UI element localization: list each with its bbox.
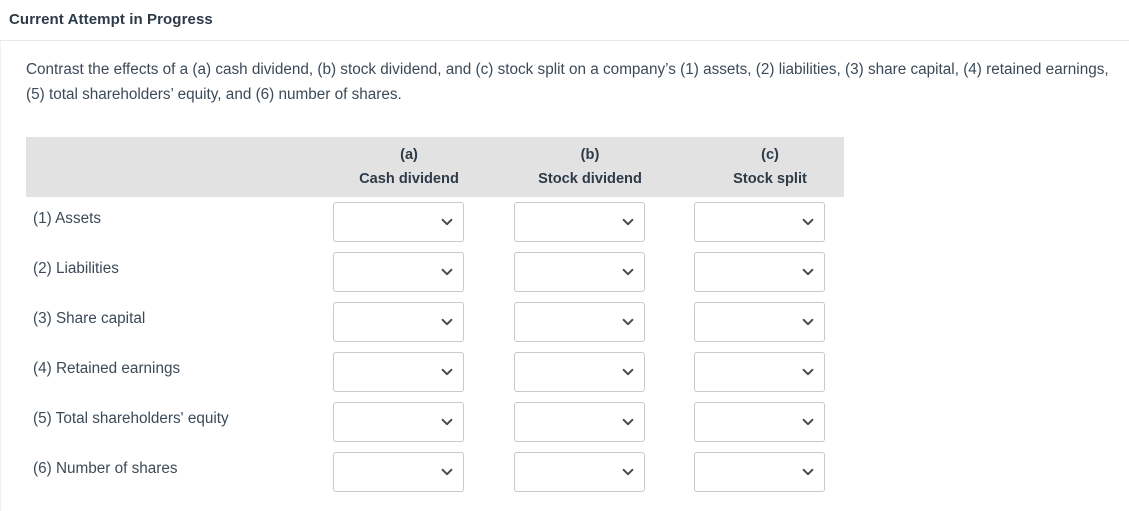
select-share-capital-stock-split[interactable] <box>694 302 825 342</box>
chevron-down-icon <box>621 365 635 379</box>
chevron-down-icon <box>440 215 454 229</box>
chevron-down-icon <box>440 315 454 329</box>
select-share-capital-stock-dividend[interactable] <box>514 302 645 342</box>
select-total-shareholders-equity-stock-dividend[interactable] <box>514 402 645 442</box>
table-row: (6) Number of shares <box>26 447 844 497</box>
table-header-row: (a) Cash dividend (b) Stock dividend (c)… <box>26 137 844 197</box>
column-name: Cash dividend <box>359 171 459 187</box>
select-number-of-shares-stock-dividend[interactable] <box>514 452 645 492</box>
chevron-down-icon <box>440 415 454 429</box>
row-label-assets: (1) Assets <box>33 210 102 227</box>
column-letter: (b) <box>580 147 600 163</box>
column-name: Stock dividend <box>538 171 642 187</box>
table-row: (3) Share capital <box>26 297 844 347</box>
select-assets-cash-dividend[interactable] <box>333 202 464 242</box>
select-share-capital-cash-dividend[interactable] <box>333 302 464 342</box>
select-retained-earnings-stock-dividend[interactable] <box>514 352 645 392</box>
chevron-down-icon <box>621 215 635 229</box>
chevron-down-icon <box>801 215 815 229</box>
table-row: (4) Retained earnings <box>26 347 844 397</box>
column-header-cash-dividend: (a) Cash dividend <box>328 143 490 191</box>
select-number-of-shares-stock-split[interactable] <box>694 452 825 492</box>
chevron-down-icon <box>440 365 454 379</box>
effects-matrix-table: (a) Cash dividend (b) Stock dividend (c)… <box>26 137 844 497</box>
chevron-down-icon <box>801 365 815 379</box>
column-letter: (c) <box>761 147 779 163</box>
select-retained-earnings-cash-dividend[interactable] <box>333 352 464 392</box>
chevron-down-icon <box>801 415 815 429</box>
select-assets-stock-dividend[interactable] <box>514 202 645 242</box>
column-header-stock-split: (c) Stock split <box>689 143 851 191</box>
chevron-down-icon <box>621 315 635 329</box>
chevron-down-icon <box>801 315 815 329</box>
select-liabilities-stock-dividend[interactable] <box>514 252 645 292</box>
column-name: Stock split <box>733 171 807 187</box>
question-panel: Contrast the effects of a (a) cash divid… <box>0 41 1129 511</box>
chevron-down-icon <box>440 465 454 479</box>
chevron-down-icon <box>801 465 815 479</box>
column-letter: (a) <box>400 147 418 163</box>
select-total-shareholders-equity-cash-dividend[interactable] <box>333 402 464 442</box>
select-liabilities-stock-split[interactable] <box>694 252 825 292</box>
table-row: (1) Assets <box>26 197 844 247</box>
chevron-down-icon <box>801 265 815 279</box>
chevron-down-icon <box>621 465 635 479</box>
row-label-liabilities: (2) Liabilities <box>33 260 119 277</box>
row-label-share-capital: (3) Share capital <box>33 310 146 327</box>
select-retained-earnings-stock-split[interactable] <box>694 352 825 392</box>
select-number-of-shares-cash-dividend[interactable] <box>333 452 464 492</box>
chevron-down-icon <box>621 265 635 279</box>
question-prompt: Contrast the effects of a (a) cash divid… <box>26 61 1109 103</box>
table-row: (5) Total shareholders' equity <box>26 397 844 447</box>
select-assets-stock-split[interactable] <box>694 202 825 242</box>
row-label-number-of-shares: (6) Number of shares <box>33 460 178 477</box>
table-row: (2) Liabilities <box>26 247 844 297</box>
chevron-down-icon <box>621 415 635 429</box>
row-label-total-shareholders-equity: (5) Total shareholders' equity <box>33 410 229 427</box>
column-header-stock-dividend: (b) Stock dividend <box>509 143 671 191</box>
attempt-header-bar: Current Attempt in Progress <box>0 0 1129 41</box>
chevron-down-icon <box>440 265 454 279</box>
select-liabilities-cash-dividend[interactable] <box>333 252 464 292</box>
select-total-shareholders-equity-stock-split[interactable] <box>694 402 825 442</box>
page-title: Current Attempt in Progress <box>9 11 213 28</box>
row-label-retained-earnings: (4) Retained earnings <box>33 360 181 377</box>
